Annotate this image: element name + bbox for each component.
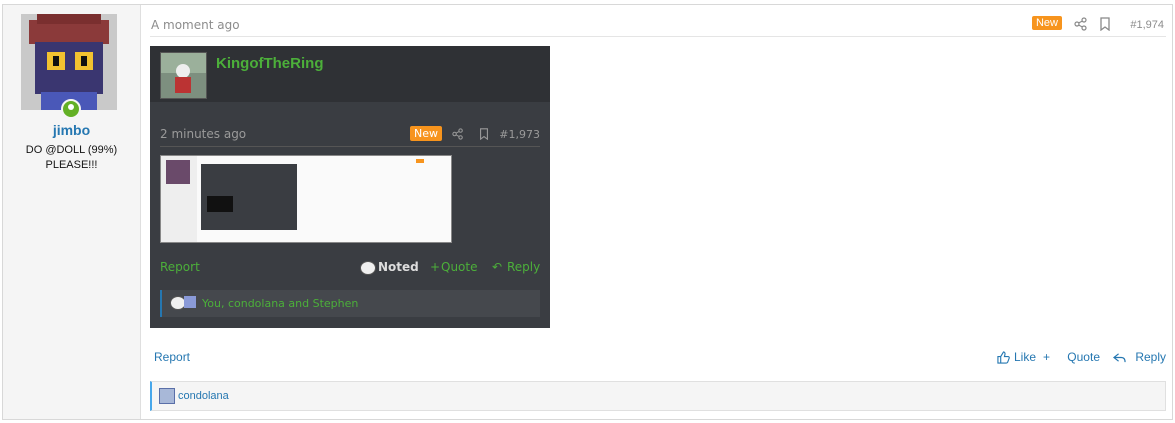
user-panel: jimbo DO @DOLL (99%) PLEASE!!! (3, 5, 141, 419)
user-title: DO @DOLL (99%) PLEASE!!! (11, 143, 132, 173)
post-timestamp[interactable]: A moment ago (151, 18, 240, 32)
embedded-timestamp: 2 minutes ago (160, 127, 247, 141)
thumbs-up-icon[interactable] (997, 351, 1010, 364)
embedded-plus-icon: + (430, 260, 441, 274)
forum-post: jimbo DO @DOLL (99%) PLEASE!!! A moment … (2, 4, 1173, 420)
embedded-actions: Report Noted + Quote ↶ Reply (160, 260, 540, 276)
user-title-line-1: DO @DOLL (99%) (25, 144, 118, 156)
user-title-line-2: PLEASE!!! (45, 159, 98, 171)
new-badge: New (1031, 16, 1062, 30)
embedded-report: Report (160, 260, 200, 274)
reactions-bar[interactable]: condolana (150, 381, 1166, 411)
user-avatar[interactable] (21, 14, 117, 110)
post-footer: Report Like + Quote Reply (150, 350, 1166, 366)
embedded-post-number: #1,973 (499, 128, 540, 141)
embedded-screenshot[interactable]: KingofTheRing 2 minutes ago New #1,973 R… (150, 46, 550, 328)
post-number-link[interactable]: #1,974 (1130, 19, 1164, 31)
nested-badge (416, 159, 424, 163)
nested-screenshot (160, 155, 452, 243)
embedded-reaction-avatar-icon (184, 296, 196, 308)
share-icon[interactable] (1074, 17, 1088, 31)
post-main: A moment ago New #1,974 KingofTheRing 2 … (140, 5, 1172, 419)
embedded-reply: Reply (507, 260, 541, 274)
noted-bubble-icon (360, 261, 376, 275)
embedded-reactions-bar: You, condolana and Stephen (160, 290, 540, 317)
plus-icon[interactable]: + (1043, 350, 1050, 364)
online-status-icon (61, 99, 81, 119)
embedded-username: KingofTheRing (216, 55, 324, 72)
embedded-new-badge: New (410, 126, 442, 141)
embedded-noted: Noted (378, 260, 419, 274)
username-link[interactable]: jimbo (3, 122, 140, 138)
embedded-bookmark-icon (480, 128, 488, 140)
reply-icon[interactable] (1113, 351, 1126, 364)
embedded-avatar (160, 52, 207, 99)
embedded-quote: Quote (441, 260, 478, 274)
embedded-header-bar: KingofTheRing (150, 46, 550, 102)
bookmark-icon[interactable] (1098, 17, 1112, 31)
quote-button[interactable]: Quote (1067, 350, 1100, 364)
embedded-reply-icon: ↶ (492, 260, 503, 274)
nested-avatar (166, 160, 190, 184)
post-header: A moment ago New #1,974 (150, 5, 1166, 37)
embedded-reactions-text: You, condolana and Stephen (202, 297, 359, 310)
nested-image (207, 196, 233, 212)
like-button[interactable]: Like (1014, 350, 1036, 364)
report-link[interactable]: Report (154, 350, 190, 364)
reactions-text[interactable]: condolana (178, 390, 229, 402)
embedded-divider (160, 146, 540, 147)
reaction-avatar-icon (159, 388, 175, 404)
embedded-share-icon (452, 128, 463, 140)
reply-button[interactable]: Reply (1135, 350, 1166, 364)
embedded-avatar-image (161, 53, 206, 98)
avatar-image (21, 14, 117, 110)
